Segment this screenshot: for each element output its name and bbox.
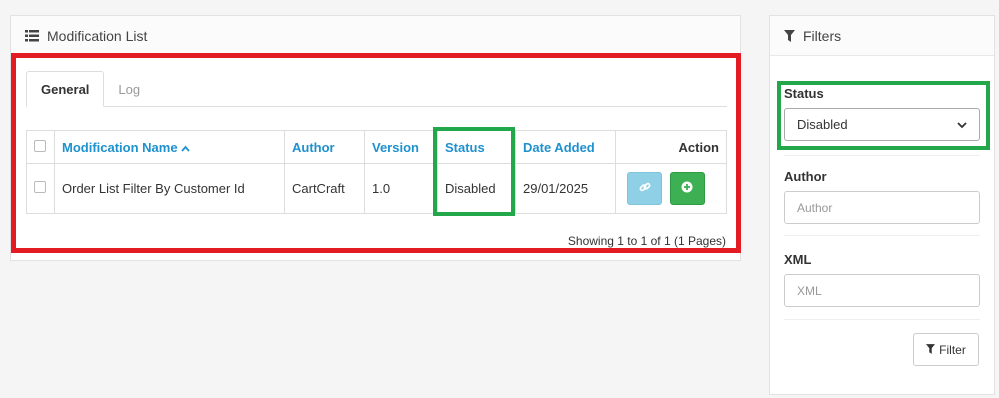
status-filter-group: Status Disabled [784,86,980,141]
select-all-cell [26,130,55,164]
row-checkbox[interactable] [34,181,46,193]
plus-circle-icon [681,181,693,196]
pagination-text: Showing 1 to 1 of 1 (1 Pages) [567,234,726,248]
header-version[interactable]: Version [364,130,438,164]
filter-icon [784,29,795,42]
filter-button[interactable]: Filter [913,333,979,366]
author-filter-group: Author Author [784,169,980,224]
status-filter-label: Status [784,86,824,101]
xml-filter-group: XML XML [784,252,980,307]
cell-author: CartCraft [284,163,365,214]
link-icon [639,181,651,196]
filter-divider [784,155,980,156]
header-modification-name-label: Modification Name [62,139,178,155]
filters-title: Filters [803,27,842,44]
table-row: Order List Filter By Customer Id CartCra… [26,163,727,214]
modification-list-panel: Modification List General Log Modificati… [10,15,741,261]
tab-bar: General Log [26,71,727,107]
cell-status: Disabled [437,163,516,214]
chevron-down-icon [957,117,967,132]
tab-log[interactable]: Log [104,71,154,107]
filters-heading: Filters [770,16,994,56]
filter-button-label: Filter [939,342,966,357]
panel-title: Modification List [47,27,148,44]
panel-heading: Modification List [11,16,740,56]
filter-icon [926,343,936,357]
select-all-checkbox[interactable] [34,139,46,152]
header-status[interactable]: Status [437,130,516,164]
cell-date-added: 29/01/2025 [515,163,616,214]
list-icon [25,29,39,42]
filters-panel: Filters Status Disabled Author Author XM… [769,15,995,395]
install-button[interactable] [669,172,705,205]
row-select-cell [26,163,55,214]
author-filter-label: Author [784,169,827,184]
filter-divider [784,319,980,320]
header-author[interactable]: Author [284,130,365,164]
tab-general[interactable]: General [26,71,105,107]
cell-name: Order List Filter By Customer Id [54,163,285,214]
header-date-added[interactable]: Date Added [515,130,616,164]
cell-version: 1.0 [364,163,438,214]
xml-filter-label: XML [784,252,812,267]
cell-action [615,163,727,214]
header-action: Action [615,130,727,164]
link-button[interactable] [627,172,662,205]
header-modification-name[interactable]: Modification Name [54,130,285,164]
status-select[interactable]: Disabled [784,108,980,141]
status-select-value: Disabled [797,117,848,132]
table-header-row: Modification Name Author Version Status … [26,130,727,164]
author-input[interactable]: Author [784,191,980,224]
sort-up-icon [181,140,190,155]
modification-table: Modification Name Author Version Status … [26,130,727,214]
filter-divider [784,235,980,236]
xml-input[interactable]: XML [784,274,980,307]
